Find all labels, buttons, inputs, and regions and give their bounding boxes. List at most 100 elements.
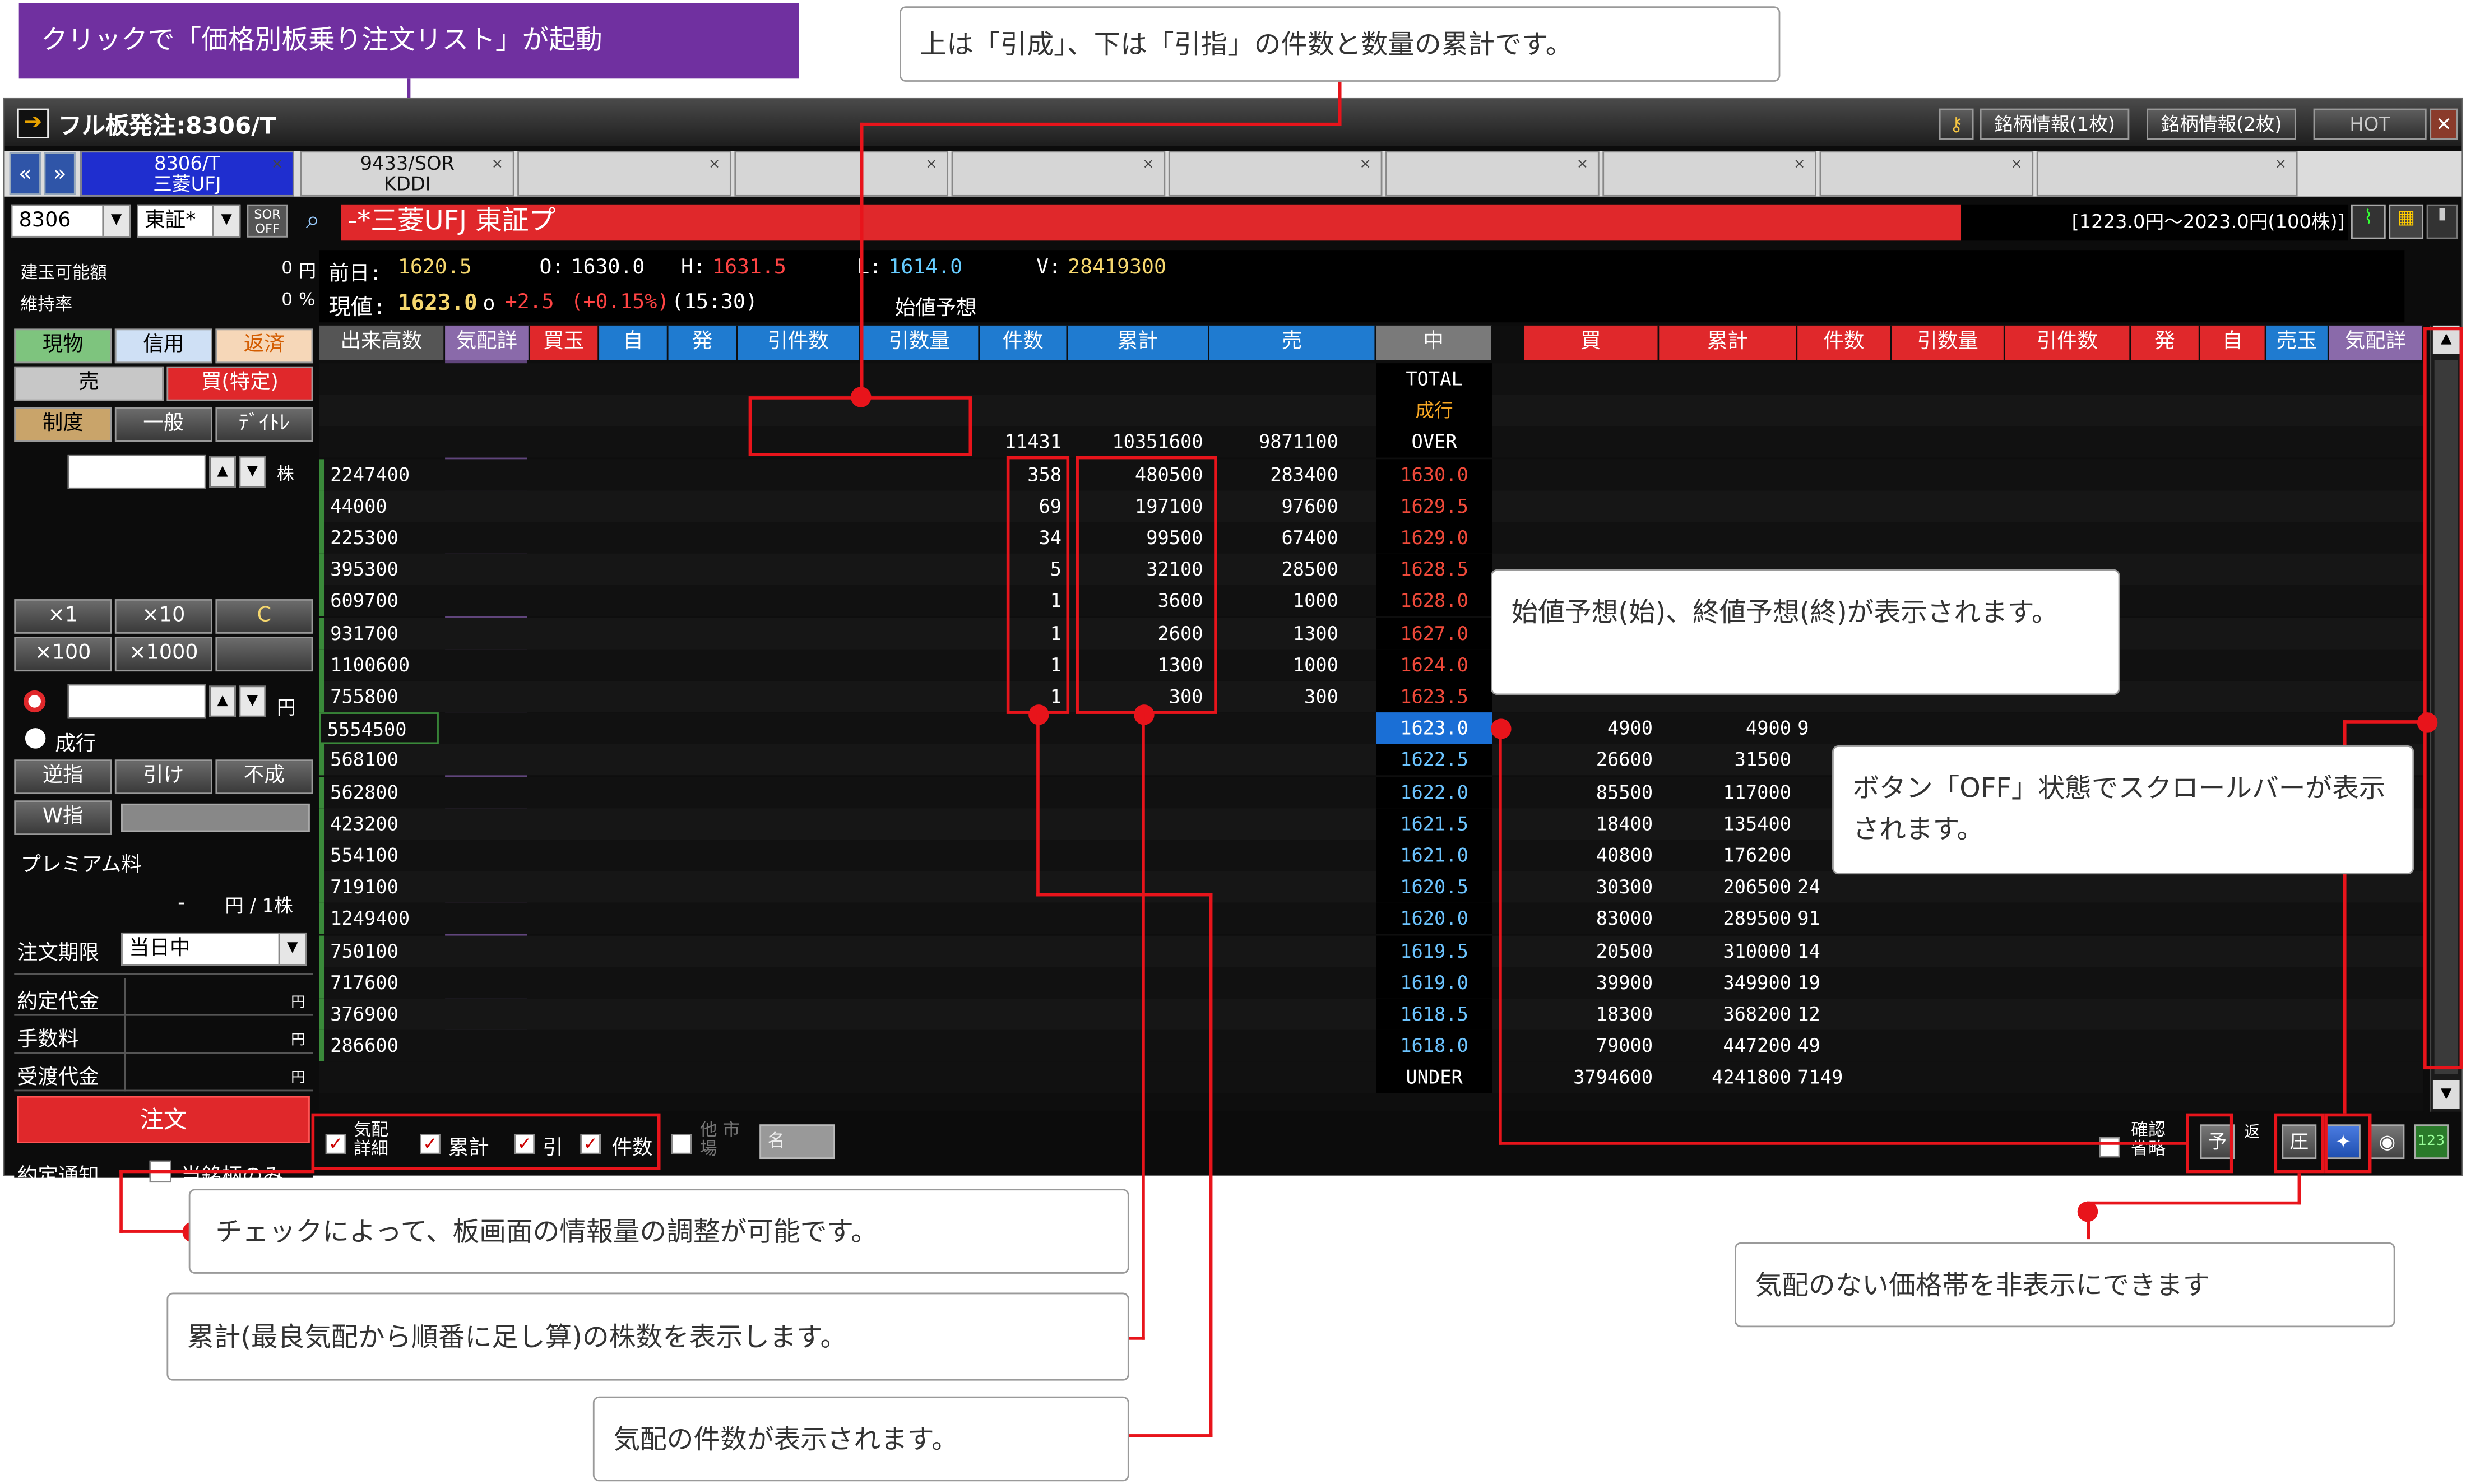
order-board: 出来高数 気配詳 買玉自発引件数 引数量 件数 累計売中買累計 件数 引数量 引件数発自売玉 気配…: [319, 325, 2424, 1112]
buy-header-0: 買: [1524, 325, 1660, 360]
close-icon[interactable]: ✕: [2430, 108, 2458, 140]
stop-button[interactable]: 逆指: [14, 759, 112, 795]
close-tab-icon[interactable]: ×: [1142, 156, 1154, 176]
close-tab-icon[interactable]: ×: [1360, 156, 1371, 176]
spin-up-icon[interactable]: ▲: [209, 685, 236, 717]
close-tab-icon[interactable]: ×: [492, 156, 503, 176]
close-tab-icon[interactable]: ×: [2010, 156, 2022, 176]
tab-symbol-4[interactable]: ×: [734, 151, 949, 197]
tab-symbol-7[interactable]: ×: [1385, 151, 1600, 197]
bid-price: 1622.5: [1376, 744, 1492, 776]
qty-multiplier-button[interactable]: ×100: [14, 637, 112, 672]
tab-symbol-2[interactable]: 9433/SOR KDDI ×: [300, 151, 514, 197]
qty-multiplier-button[interactable]: ×10: [114, 599, 212, 634]
sell-header-6: 引数量: [860, 325, 980, 360]
qty-multiplier-button[interactable]: ×1: [14, 599, 112, 634]
key-icon[interactable]: ⚷: [1939, 108, 1974, 140]
compress-button-box: [2274, 1113, 2325, 1174]
qty-multiplier-button[interactable]: [215, 637, 313, 672]
board-row[interactable]: 376900 1618.5 18300 368200 12: [319, 998, 2424, 1030]
spin-up-icon[interactable]: ▲: [209, 456, 236, 488]
market-select[interactable]: 東証* ▼: [137, 204, 241, 238]
expiry-label: 注文期限: [17, 942, 99, 966]
quantity-input[interactable]: [67, 454, 206, 489]
close-tab-icon[interactable]: ×: [1577, 156, 1588, 176]
sell-count: 11431: [1004, 431, 1062, 454]
w-order-input[interactable]: [121, 803, 310, 832]
symbol-info-1-button[interactable]: 銘柄情報(1枚): [1980, 108, 2130, 140]
funari-button[interactable]: 不成: [215, 759, 313, 795]
close-tab-icon[interactable]: ×: [925, 156, 937, 176]
indicator-icon[interactable]: ▦: [2389, 204, 2424, 239]
board-row[interactable]: 5554500 1623.0 4900 4900 9: [319, 712, 2424, 744]
tab-symbol-8[interactable]: ×: [1602, 151, 1816, 197]
board-row[interactable]: 成行: [319, 395, 2424, 426]
tab-next-icon[interactable]: »: [44, 152, 76, 195]
sor-toggle[interactable]: SOR OFF: [247, 204, 288, 238]
sell-button[interactable]: 売: [14, 366, 164, 401]
market-radio[interactable]: [25, 728, 46, 749]
tab-symbol-9[interactable]: ×: [1819, 151, 2034, 197]
price-input[interactable]: [67, 684, 206, 719]
symbol-info-2-button[interactable]: 銘柄情報(2枚): [2147, 108, 2296, 140]
tab-symbol-3[interactable]: ×: [517, 151, 731, 197]
board-row[interactable]: 286600 1618.0 79000 447200 49: [319, 1030, 2424, 1062]
scrollbar-box: [2423, 327, 2463, 1070]
qty-multiplier-button[interactable]: ×1000: [114, 637, 212, 672]
close-tab-icon[interactable]: ×: [2275, 156, 2287, 176]
board-row[interactable]: 1249400 1620.0 83000 289500 91: [319, 903, 2424, 935]
close-button[interactable]: 引け: [114, 759, 212, 795]
mouse-icon[interactable]: ◉: [2370, 1124, 2405, 1160]
expiry-select[interactable]: 当日中 ▼: [121, 932, 307, 966]
board-row[interactable]: TOTAL: [319, 363, 2424, 395]
other-market-checkbox[interactable]: [671, 1134, 692, 1154]
scroll-down-icon[interactable]: ▼: [2432, 1080, 2460, 1109]
limit-radio[interactable]: [24, 690, 46, 713]
board-row[interactable]: 719100 1620.5 30300 206500 24: [319, 871, 2424, 903]
spin-down-icon[interactable]: ▼: [239, 685, 266, 717]
type-standard[interactable]: 制度: [14, 407, 112, 442]
close-tab-icon[interactable]: ×: [1793, 156, 1805, 176]
type-daytrade[interactable]: ﾃﾞｲﾄﾚ: [215, 407, 313, 442]
tab-symbol-6[interactable]: ×: [1168, 151, 1383, 197]
volume-cell: 609700: [319, 585, 445, 618]
tab-margin[interactable]: 信用: [114, 328, 212, 364]
numbers-icon[interactable]: 123: [2414, 1124, 2449, 1160]
board-row[interactable]: UNDER 3794600 4241800 7149: [319, 1062, 2424, 1094]
board-row[interactable]: 2247400 358 480500 283400 1630.0: [319, 458, 2424, 490]
volume-cell: 44000: [319, 490, 445, 522]
scroll-callout: ボタン「OFF」状態でスクロールバーが表示されます。: [1832, 745, 2414, 875]
menu-icon[interactable]: ▮: [2426, 204, 2458, 239]
tab-symbol-1[interactable]: 8306/T 三菱UFJ ×: [80, 151, 294, 197]
tab-symbol-10[interactable]: ×: [2036, 151, 2298, 197]
buy-quantity: 4900: [1607, 717, 1653, 740]
hot-button[interactable]: HOT: [2313, 108, 2427, 140]
buy-specific-button[interactable]: 買(特定): [166, 366, 313, 401]
open-value: 1630.0: [571, 256, 645, 280]
chart-icon[interactable]: ⌇: [2351, 204, 2386, 239]
search-icon[interactable]: ⌕: [293, 205, 333, 238]
tab-prev-icon[interactable]: «: [9, 152, 41, 195]
type-general[interactable]: 一般: [114, 407, 212, 442]
board-row[interactable]: 225300 34 99500 67400 1629.0: [319, 522, 2424, 554]
bid-price: 1619.0: [1376, 967, 1492, 999]
board-row[interactable]: 750100 1619.5 20500 310000 14: [319, 935, 2424, 967]
board-row[interactable]: 44000 69 197100 97600 1629.5: [319, 490, 2424, 522]
sell-quantity: 97600: [1281, 495, 1338, 517]
volume-cell: 717600: [319, 967, 445, 999]
board-row[interactable]: 717600 1619.0 39900 349900 19: [319, 967, 2424, 999]
qty-multiplier-button[interactable]: C: [215, 599, 313, 634]
name-select[interactable]: 名: [759, 1124, 835, 1160]
board-row[interactable]: OVER 11431 10351600 9871100: [319, 426, 2424, 458]
spin-down-icon[interactable]: ▼: [239, 456, 266, 488]
close-tab-icon[interactable]: ×: [271, 156, 283, 176]
close-tab-icon[interactable]: ×: [708, 156, 720, 176]
connector-line: [119, 1170, 315, 1174]
symbol-code-select[interactable]: 8306 ▼: [11, 204, 131, 238]
tab-repay[interactable]: 返済: [215, 328, 313, 364]
confirm-omit-checkbox[interactable]: [2099, 1137, 2120, 1158]
tab-spot[interactable]: 現物: [14, 328, 112, 364]
order-submit-button[interactable]: 注文: [17, 1096, 310, 1143]
w-order-button[interactable]: W指: [14, 800, 112, 835]
tab-symbol-5[interactable]: ×: [951, 151, 1166, 197]
